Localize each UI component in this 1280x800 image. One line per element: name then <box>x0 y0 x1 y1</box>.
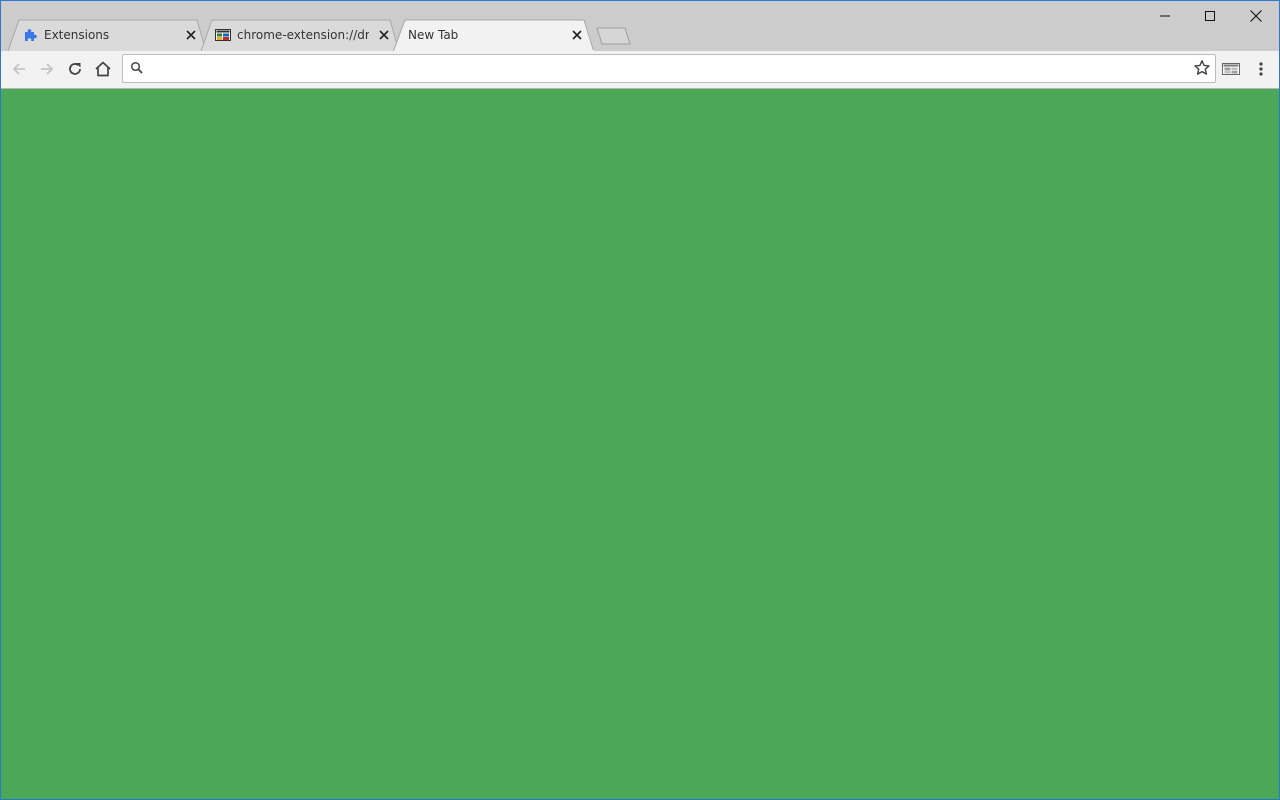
tab-close-button[interactable] <box>183 27 199 43</box>
new-tab-icon <box>596 27 631 45</box>
reload-icon <box>69 63 81 75</box>
tab-title: chrome-extension://dmkl <box>237 28 369 42</box>
tab-close-button[interactable] <box>569 27 585 43</box>
puzzle-icon <box>23 27 39 43</box>
tab-strip: Extensions chrome-extension://d New Tab <box>1 1 1279 52</box>
tab-chrome-extension[interactable]: chrome-extension://dmkl <box>200 19 400 51</box>
forward-button[interactable] <box>33 55 61 83</box>
close-icon <box>186 30 196 40</box>
minimize-button[interactable] <box>1142 1 1188 31</box>
star-icon <box>1194 60 1210 75</box>
back-icon <box>12 63 25 75</box>
browser-window: Extensions chrome-extension://d New Tab <box>0 0 1280 800</box>
minimize-icon <box>1160 15 1170 17</box>
tab-title: New Tab <box>408 28 459 42</box>
address-input[interactable] <box>149 58 1179 79</box>
reload-button[interactable] <box>61 55 89 83</box>
close-icon <box>1250 10 1262 22</box>
home-button[interactable] <box>89 55 117 83</box>
tab-close-button[interactable] <box>376 27 392 43</box>
menu-button[interactable] <box>1247 55 1275 83</box>
close-icon <box>379 30 389 40</box>
address-bar[interactable] <box>122 54 1216 83</box>
bookmark-star-button[interactable] <box>1193 59 1211 77</box>
tab-extensions[interactable]: Extensions <box>7 19 207 51</box>
page-content <box>1 89 1279 799</box>
back-button[interactable] <box>5 55 33 83</box>
extension-button[interactable] <box>1217 55 1245 83</box>
kebab-menu-icon <box>1259 62 1263 76</box>
maximize-button[interactable] <box>1187 1 1233 31</box>
tab-new-tab[interactable]: New Tab <box>393 19 595 52</box>
extension-favicon-icon <box>215 27 231 43</box>
forward-icon <box>41 63 54 75</box>
search-icon <box>129 60 145 76</box>
extension-favicon-icon <box>1222 63 1240 75</box>
tab-title: Extensions <box>44 28 110 42</box>
maximize-icon <box>1205 11 1215 21</box>
close-window-button[interactable] <box>1233 1 1279 31</box>
home-icon <box>95 61 111 77</box>
browser-toolbar <box>1 51 1279 89</box>
new-tab-button[interactable] <box>595 27 633 45</box>
close-icon <box>572 30 582 40</box>
